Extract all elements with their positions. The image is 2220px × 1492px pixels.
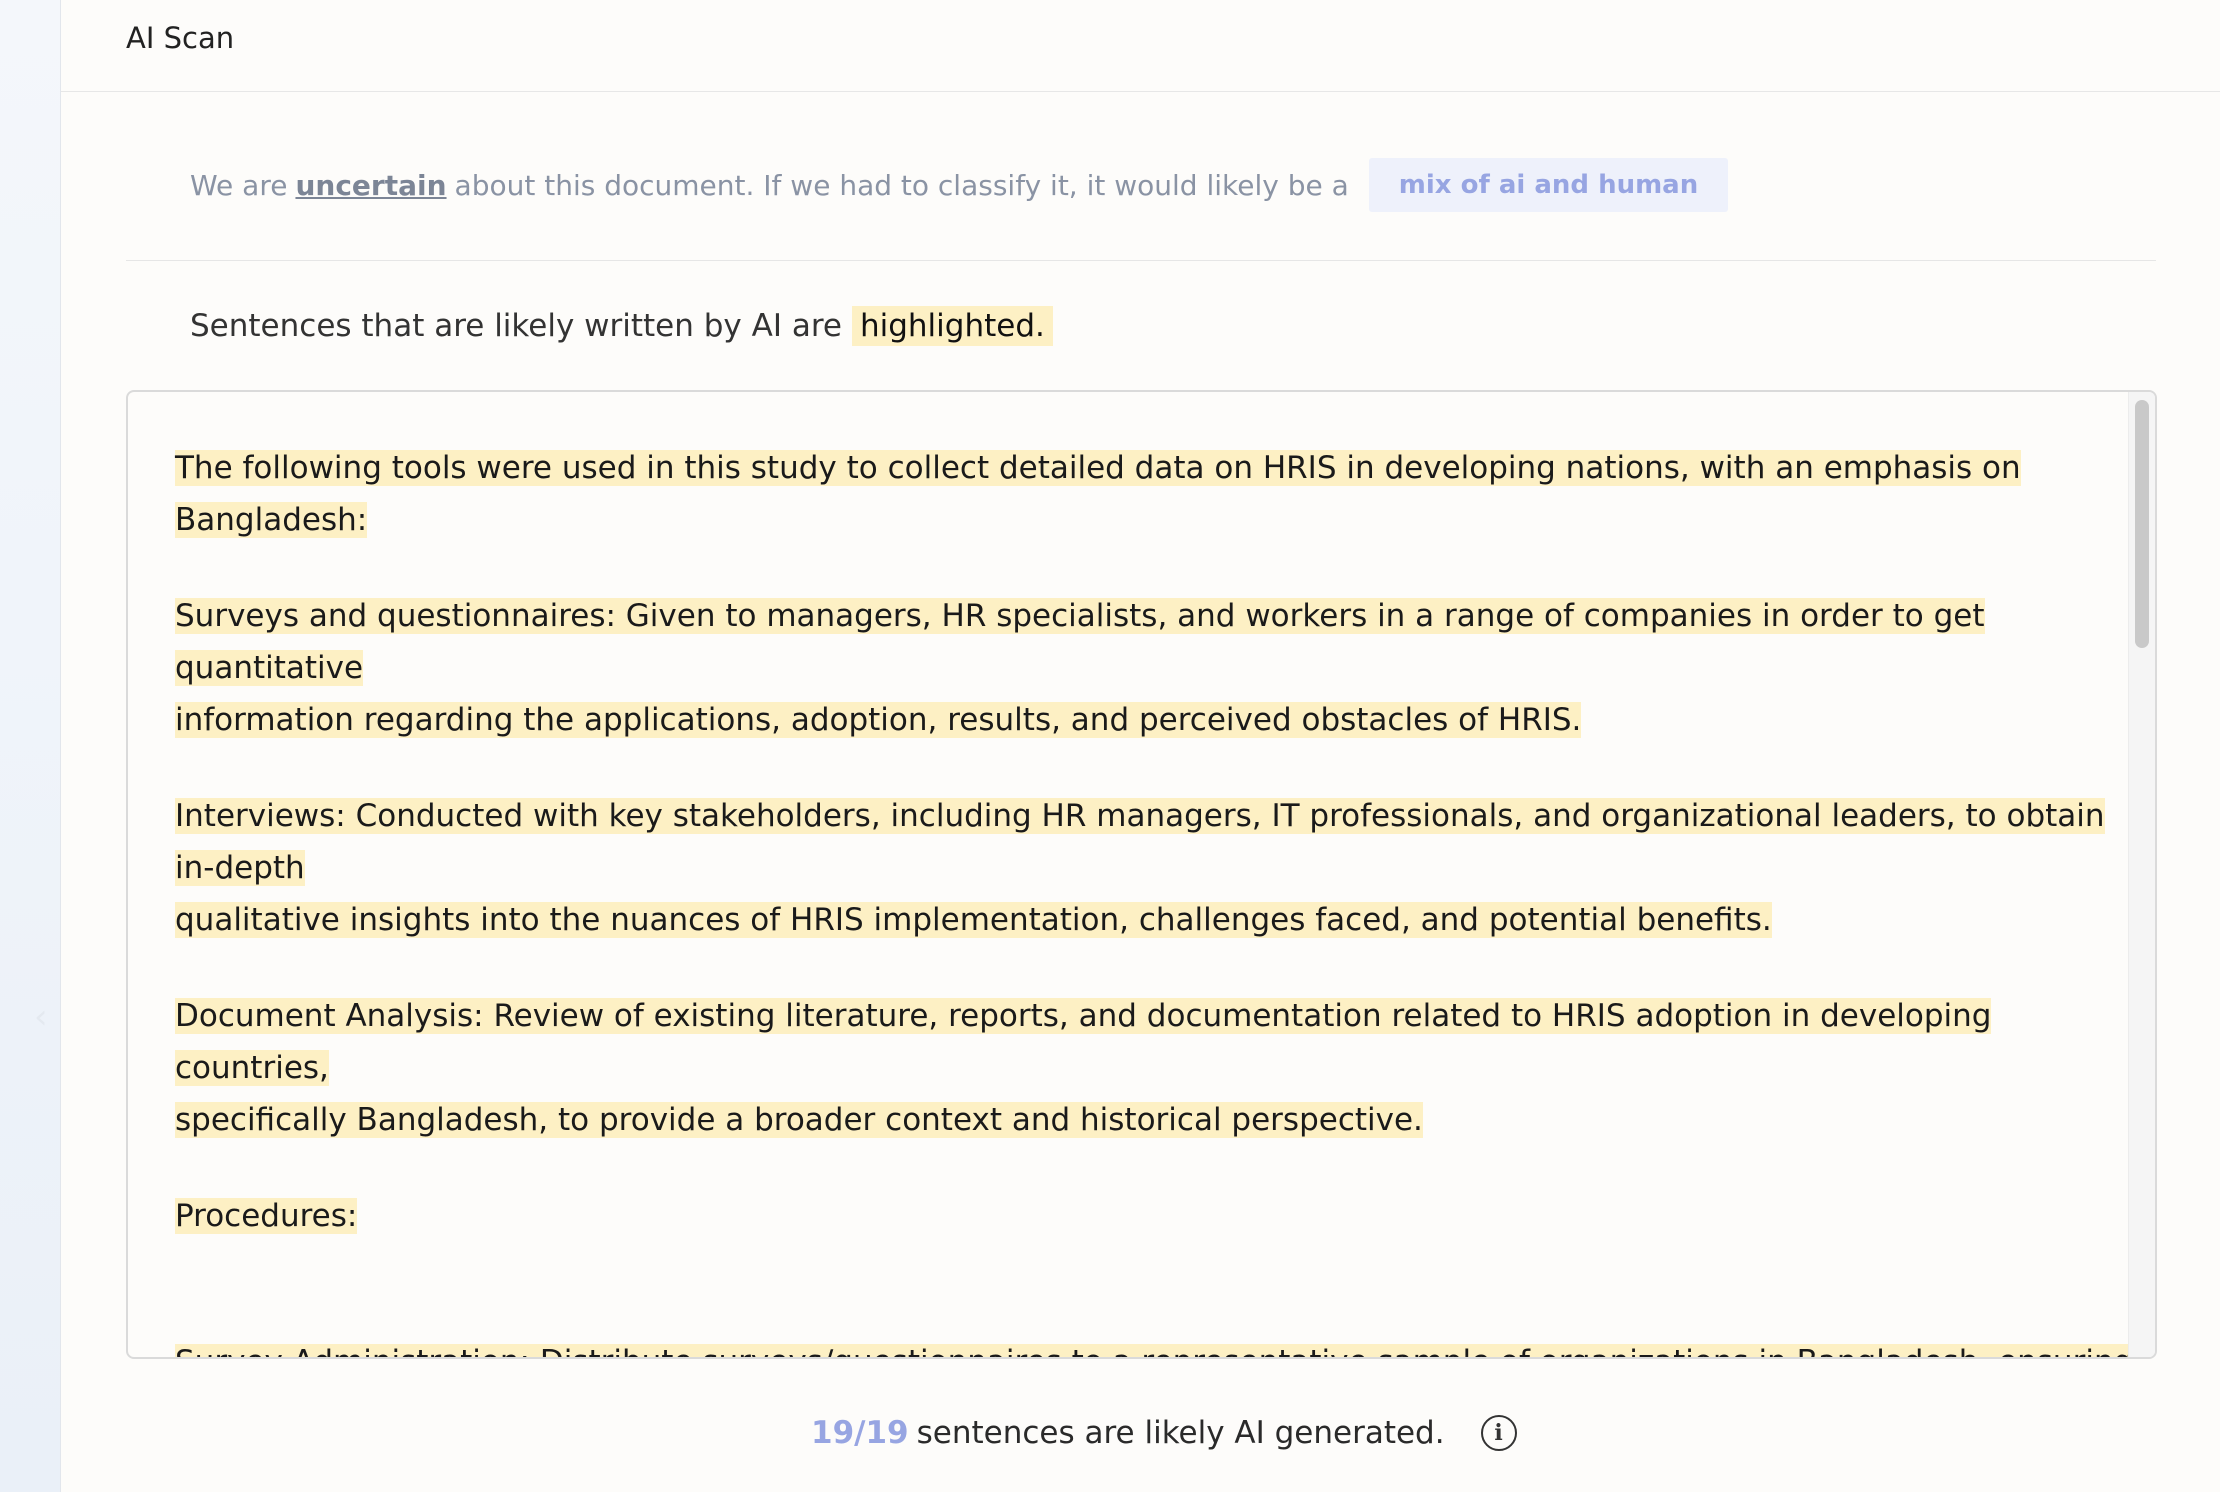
document-text-box[interactable]: The following tools were used in this st… — [126, 390, 2157, 1359]
highlighted-sentence: specifically Bangladesh, to provide a br… — [175, 1102, 1423, 1138]
highlighted-sentence: Interviews: Conducted with key stakehold… — [175, 798, 2105, 886]
summary-text: sentences are likely AI generated. — [916, 1415, 1445, 1451]
info-icon[interactable]: i — [1480, 1415, 1517, 1451]
highlighted-sentence: Survey Administration: Distribute survey… — [175, 1344, 2134, 1357]
scrollbar-thumb[interactable] — [2135, 400, 2149, 648]
paragraph: Surveys and questionnaires: Given to man… — [175, 590, 2135, 746]
highlighted-sentence: information regarding the applications, … — [175, 702, 1582, 738]
highlighted-sentence: The following tools were used in this st… — [175, 450, 2021, 538]
paragraph: Procedures: — [175, 1190, 358, 1242]
paragraph: Survey Administration: Distribute survey… — [175, 1336, 2134, 1357]
scrollbar[interactable] — [2128, 392, 2155, 1357]
verdict-suffix: about this document. If we had to classi… — [454, 168, 1349, 202]
highlighted-sentence: Document Analysis: Review of existing li… — [175, 998, 1992, 1086]
highlighted-sentence: Surveys and questionnaires: Given to man… — [175, 598, 1985, 686]
panel-header: AI Scan — [61, 0, 2220, 92]
verdict-prefix: We are — [190, 168, 288, 202]
ai-sentence-count: 19/19 — [811, 1415, 909, 1451]
chevron-left-icon[interactable]: ‹ — [34, 1000, 48, 1034]
ai-scan-panel: AI Scan We are uncertain about this docu… — [61, 0, 2220, 1492]
summary-footer: 19/19 sentences are likely AI generated.… — [811, 1407, 1517, 1459]
highlighted-sentence: qualitative insights into the nuances of… — [175, 902, 1772, 938]
legend-highlight-sample: highlighted. — [851, 306, 1053, 346]
certainty-link[interactable]: uncertain — [295, 169, 446, 202]
legend-text: Sentences that are likely written by AI … — [190, 308, 842, 344]
panel-title: AI Scan — [126, 21, 235, 55]
divider — [126, 260, 2156, 261]
paragraph: The following tools were used in this st… — [175, 442, 2135, 546]
left-rail: ‹ — [0, 0, 61, 1492]
highlighted-sentence: Procedures: — [175, 1198, 358, 1234]
paragraph: Interviews: Conducted with key stakehold… — [175, 790, 2135, 946]
classification-badge: mix of ai and human — [1368, 158, 1729, 212]
paragraph: Document Analysis: Review of existing li… — [175, 990, 2135, 1146]
highlight-legend: Sentences that are likely written by AI … — [190, 303, 1053, 349]
verdict-line: We are uncertain about this document. If… — [190, 158, 1729, 212]
